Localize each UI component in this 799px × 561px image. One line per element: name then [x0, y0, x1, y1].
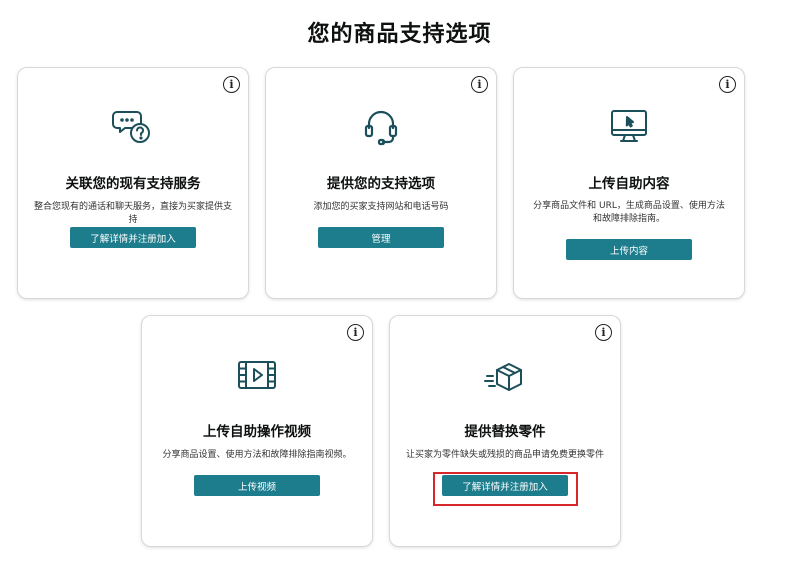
card-connect-existing-support: i 关联您的现有支持服务 整合您现有的通话和聊天服务，直接为买家提供支持 了解详…: [17, 67, 249, 299]
info-icon[interactable]: i: [471, 76, 488, 93]
info-icon[interactable]: i: [595, 324, 612, 341]
card-upload-self-service-content: i 上传自助内容 分享商品文件和 URL，生成商品设置、使用方法和故障排除指南。…: [513, 67, 745, 299]
card-description: 分享商品文件和 URL，生成商品设置、使用方法和故障排除指南。: [533, 201, 725, 224]
info-icon[interactable]: i: [223, 76, 240, 93]
card-description: 整合您现有的通话和聊天服务，直接为买家提供支持: [33, 202, 232, 225]
video-film-icon: [235, 354, 279, 398]
chat-question-icon: [111, 104, 155, 148]
upload-video-button[interactable]: 上传视频: [194, 475, 320, 496]
learn-more-join-button[interactable]: 了解详情并注册加入: [70, 227, 196, 248]
upload-content-button[interactable]: 上传内容: [566, 239, 692, 260]
card-provide-support-options: i 提供您的支持选项 添加您的买家支持网站和电话号码 管理: [265, 67, 497, 299]
headset-icon: [359, 104, 403, 148]
info-icon[interactable]: i: [347, 324, 364, 341]
manage-button[interactable]: 管理: [318, 227, 444, 248]
card-provide-replacement-parts: i 提供替换零件 让买家为零件缺失或残损的商品申请免费更换零件 了解详情并注册加…: [389, 315, 621, 547]
page-title: 您的商品支持选项: [307, 22, 492, 47]
package-delivery-icon: [483, 354, 527, 398]
card-description: 让买家为零件缺失或残损的商品申请免费更换零件: [405, 450, 604, 460]
card-upload-how-to-video: i 上传自助操作视频 分享商品设置、使用方法和故障排除指南视频。 上传视频: [141, 315, 373, 547]
card-title: 提供替换零件: [464, 424, 546, 440]
monitor-cursor-icon: [607, 104, 651, 148]
card-description: 添加您的买家支持网站和电话号码: [313, 202, 449, 212]
learn-more-join-button[interactable]: 了解详情并注册加入: [442, 475, 568, 496]
card-title: 上传自助操作视频: [203, 424, 311, 440]
info-icon[interactable]: i: [719, 76, 736, 93]
card-description: 分享商品设置、使用方法和故障排除指南视频。: [162, 450, 352, 460]
card-title: 上传自助内容: [588, 176, 670, 192]
card-title: 关联您的现有支持服务: [65, 176, 201, 192]
card-title: 提供您的支持选项: [327, 176, 435, 192]
